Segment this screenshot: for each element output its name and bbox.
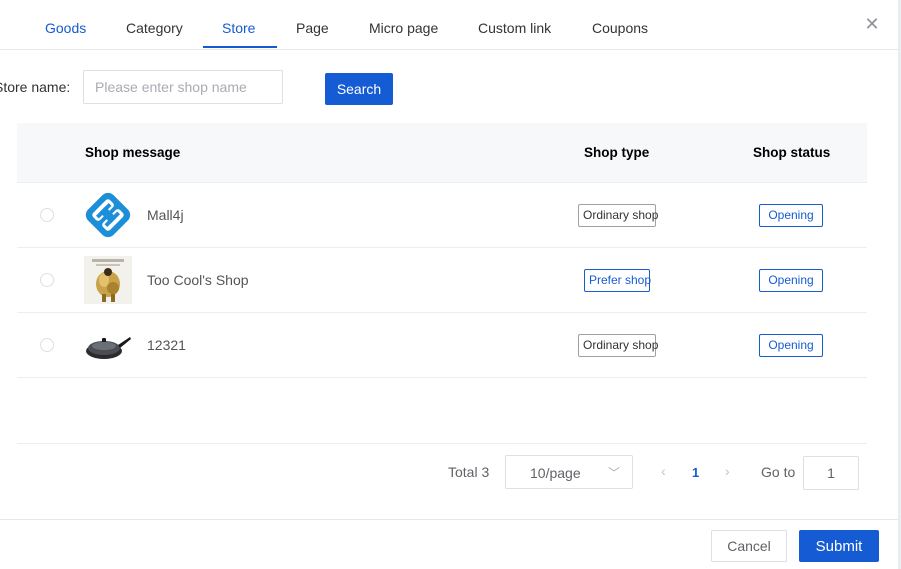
- cancel-button[interactable]: Cancel: [711, 530, 787, 562]
- table-header: Shop message Shop type Shop status: [17, 123, 867, 183]
- page-size-value: 10/page: [530, 465, 581, 481]
- shop-type-badge: Prefer shop: [584, 269, 651, 292]
- golden-figurine-image: [84, 256, 132, 304]
- frying-pan-image: [84, 321, 132, 369]
- goto-page-input[interactable]: [803, 456, 859, 490]
- header-shop-type: Shop type: [584, 145, 650, 160]
- shop-table: Shop message Shop type Shop status Mall4…: [17, 123, 867, 378]
- tab-bar: Goods Category Store Page Micro page Cus…: [0, 0, 901, 50]
- shop-type-badge: Ordinary shop: [578, 334, 658, 357]
- shop-name: Too Cool's Shop: [147, 272, 249, 288]
- tab-coupons[interactable]: Coupons: [592, 20, 648, 36]
- shop-type-badge: Ordinary shop: [578, 204, 658, 227]
- shop-status-badge: Opening: [759, 269, 823, 292]
- header-shop-message: Shop message: [85, 145, 181, 160]
- header-shop-status: Shop status: [753, 145, 831, 160]
- shop-status-badge: Opening: [759, 334, 823, 357]
- shop-name: 12321: [147, 337, 186, 353]
- tab-custom-link[interactable]: Custom link: [478, 20, 551, 36]
- active-tab-indicator: [203, 46, 277, 48]
- shop-name-search-input[interactable]: [83, 70, 283, 104]
- tab-category[interactable]: Category: [126, 20, 183, 36]
- store-name-label: Store name:: [0, 79, 71, 95]
- tab-goods[interactable]: Goods: [45, 20, 86, 36]
- chevron-down-icon: ﹀: [607, 466, 620, 480]
- pagination-divider: [17, 443, 867, 444]
- tab-page[interactable]: Page: [296, 20, 329, 36]
- row-select-radio[interactable]: [40, 338, 54, 352]
- total-count: Total 3: [448, 464, 490, 480]
- table-row[interactable]: Mall4j Ordinary shop Opening: [17, 183, 867, 248]
- submit-button[interactable]: Submit: [799, 530, 879, 562]
- table-row[interactable]: Too Cool's Shop Prefer shop Opening: [17, 248, 867, 313]
- shop-name: Mall4j: [147, 207, 184, 223]
- mall4j-logo: [84, 191, 132, 239]
- page-size-select[interactable]: 10/page ﹀: [505, 455, 633, 489]
- footer-divider: [0, 519, 901, 520]
- chevron-left-icon[interactable]: ‹: [661, 463, 666, 479]
- tab-micro-page[interactable]: Micro page: [369, 20, 438, 36]
- close-icon[interactable]: ✕: [864, 14, 880, 34]
- goto-label: Go to: [761, 464, 796, 480]
- row-select-radio[interactable]: [40, 208, 54, 222]
- current-page-number[interactable]: 1: [692, 465, 699, 480]
- chevron-right-icon[interactable]: ›: [725, 463, 730, 479]
- row-select-radio[interactable]: [40, 273, 54, 287]
- tab-store[interactable]: Store: [222, 20, 255, 36]
- search-button[interactable]: Search: [325, 73, 393, 105]
- table-row[interactable]: 12321 Ordinary shop Opening: [17, 313, 867, 378]
- shop-status-badge: Opening: [759, 204, 823, 227]
